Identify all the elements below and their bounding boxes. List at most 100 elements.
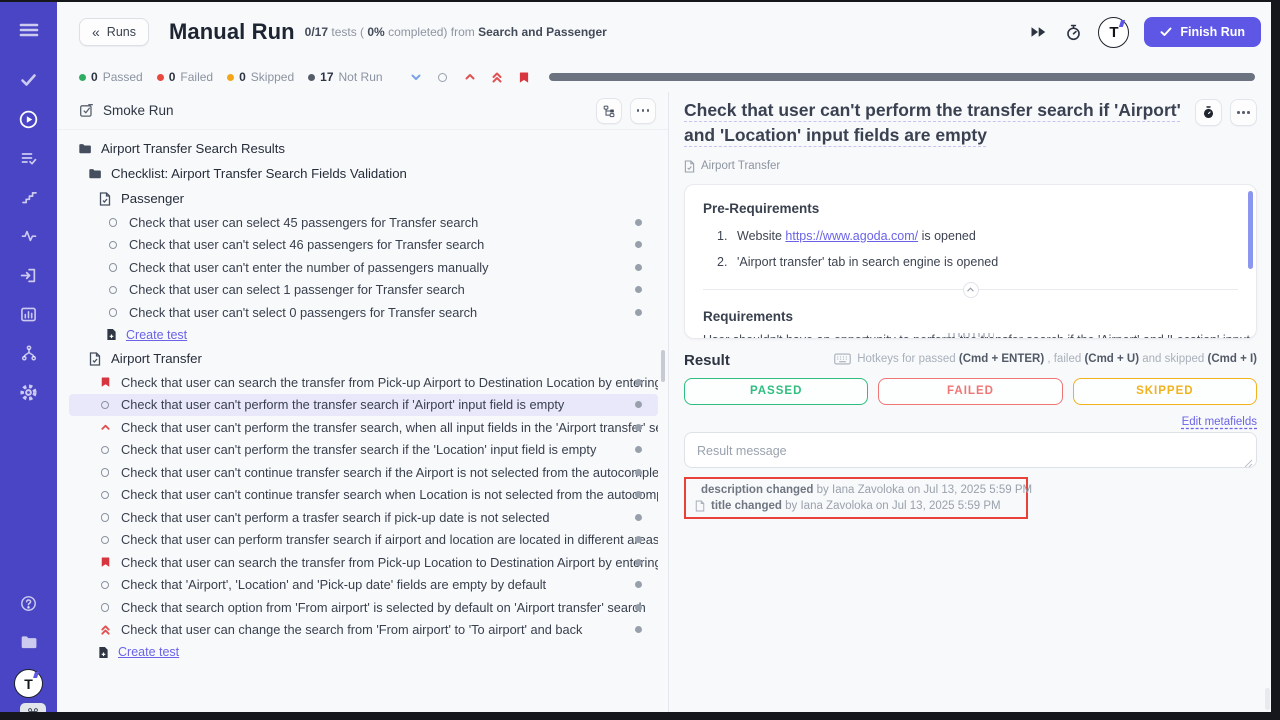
user-avatar-letter: T bbox=[1109, 24, 1118, 41]
tree-test-item[interactable]: Check that user can't enter the number o… bbox=[69, 256, 658, 279]
passed-button[interactable]: PASSED bbox=[684, 378, 868, 405]
create-test-link[interactable]: Create test bbox=[69, 324, 668, 347]
shared-steps-icon[interactable] bbox=[17, 185, 41, 209]
stopwatch-icon bbox=[1202, 105, 1215, 120]
tree-scrollbar[interactable] bbox=[661, 350, 665, 382]
tree-test-item[interactable]: Check that search option from 'From airp… bbox=[69, 596, 658, 619]
notrun-counter: 17 Not Run bbox=[308, 70, 382, 84]
test-plans-icon[interactable] bbox=[17, 146, 41, 170]
branches-icon[interactable] bbox=[17, 341, 41, 365]
tree-suite[interactable]: Airport Transfer bbox=[69, 346, 658, 371]
user-avatar[interactable]: T bbox=[1098, 17, 1129, 48]
tree-test-item[interactable]: Check that user can select 1 passenger f… bbox=[69, 279, 658, 302]
passed-counter: 0 Passed bbox=[79, 70, 143, 84]
verdict-buttons: PASSED FAILED SKIPPED bbox=[684, 378, 1257, 405]
tree-test-item[interactable]: Check that user can't select 46 passenge… bbox=[69, 234, 658, 257]
prereq-item: 2. 'Airport transfer' tab in search engi… bbox=[717, 255, 998, 269]
import-icon[interactable] bbox=[17, 263, 41, 287]
failed-button[interactable]: FAILED bbox=[878, 378, 1062, 405]
finish-run-button[interactable]: Finish Run bbox=[1144, 17, 1261, 47]
menu-icon[interactable] bbox=[17, 18, 41, 42]
help-icon[interactable] bbox=[17, 591, 41, 615]
section-divider bbox=[703, 289, 1238, 290]
check-icon bbox=[1160, 27, 1172, 37]
severity-blocker-icon[interactable] bbox=[517, 70, 531, 84]
fast-forward-icon[interactable] bbox=[1028, 22, 1048, 42]
skipped-dot bbox=[227, 74, 234, 81]
create-test-link[interactable]: Create test bbox=[69, 641, 668, 664]
content-split: Smoke Run Airport Transfer Sea bbox=[57, 92, 1271, 712]
test-runs-icon[interactable] bbox=[17, 107, 41, 131]
tree-test-item[interactable]: Check that user can't perform the transf… bbox=[69, 439, 658, 462]
agoda-link[interactable]: https://www.agoda.com/ bbox=[785, 229, 918, 243]
requirements-heading: Requirements bbox=[703, 309, 793, 324]
collapse-toggle[interactable] bbox=[963, 282, 979, 298]
tree-test-item[interactable]: Check that user can change the search fr… bbox=[69, 619, 658, 642]
severity-critical-icon[interactable] bbox=[490, 70, 504, 84]
projects-folder-icon[interactable] bbox=[17, 630, 41, 654]
create-test-icon bbox=[98, 646, 109, 659]
card-scrollbar[interactable] bbox=[1248, 191, 1253, 269]
severity-normal-icon bbox=[98, 468, 112, 477]
more-button[interactable] bbox=[1230, 99, 1257, 126]
settings-gear-icon[interactable] bbox=[17, 380, 41, 404]
tree-test-item[interactable]: Check that user can search the transfer … bbox=[69, 551, 658, 574]
result-message-input[interactable]: Result message bbox=[684, 432, 1257, 468]
pulse-icon[interactable] bbox=[17, 224, 41, 248]
severity-normal-icon bbox=[98, 401, 112, 410]
group-by-button[interactable] bbox=[596, 98, 622, 124]
severity-normal-icon[interactable] bbox=[436, 70, 450, 84]
status-dot bbox=[635, 379, 642, 386]
back-label: Runs bbox=[107, 25, 136, 39]
tree-test-item[interactable]: Check that user can select 45 passengers… bbox=[69, 211, 658, 234]
severity-normal-icon bbox=[98, 513, 112, 522]
top-bar: « Runs Manual Run 0/17 tests ( 0% comple… bbox=[57, 2, 1271, 62]
tree-suite[interactable]: Passenger bbox=[69, 186, 658, 211]
command-key-shortcut[interactable]: ⌘ bbox=[20, 703, 46, 712]
suite-breadcrumb[interactable]: Airport Transfer bbox=[684, 160, 1257, 173]
tree-test-item[interactable]: Check that user can't select 0 passenger… bbox=[69, 301, 658, 324]
tree-test-item[interactable]: Check that user can search the transfer … bbox=[69, 371, 658, 394]
status-dot bbox=[635, 446, 642, 453]
test-title[interactable]: Check that user can't perform the transf… bbox=[684, 98, 1209, 148]
app-window: T « Runs Manual Run 0/17 tests ( 0% comp… bbox=[0, 2, 1271, 712]
status-dot bbox=[635, 514, 642, 521]
textarea-resize-handle[interactable] bbox=[1244, 455, 1253, 464]
timer-icon[interactable] bbox=[1063, 22, 1083, 42]
severity-filters bbox=[409, 70, 531, 84]
tree-test-item[interactable]: Check that 'Airport', 'Location' and 'Pi… bbox=[69, 574, 658, 597]
tree-test-item[interactable]: Check that user can't perform the transf… bbox=[69, 416, 658, 439]
folder-icon bbox=[88, 167, 102, 180]
tree-test-item-selected[interactable]: Check that user can't perform the transf… bbox=[69, 394, 658, 417]
reports-icon[interactable] bbox=[17, 302, 41, 326]
status-dot bbox=[635, 581, 642, 588]
tree-folder[interactable]: Checklist: Airport Transfer Search Field… bbox=[69, 161, 658, 186]
skipped-button[interactable]: SKIPPED bbox=[1073, 378, 1257, 405]
tree-test-item[interactable]: Check that user can't continue transfer … bbox=[69, 484, 658, 507]
change-history-box: description changed by Iana Zavoloka on … bbox=[684, 477, 1028, 519]
tree-test-item[interactable]: Check that user can't continue transfer … bbox=[69, 461, 658, 484]
more-button[interactable] bbox=[630, 98, 656, 124]
tree-test-item[interactable]: Check that user can't perform a trasfer … bbox=[69, 506, 658, 529]
severity-low-icon[interactable] bbox=[409, 70, 423, 84]
severity-high-icon[interactable] bbox=[463, 70, 477, 84]
workspace-avatar[interactable]: T bbox=[14, 669, 43, 698]
create-test-icon bbox=[106, 328, 117, 341]
severity-normal-icon bbox=[98, 446, 112, 455]
timer-button[interactable] bbox=[1195, 99, 1222, 126]
document-icon bbox=[88, 352, 102, 366]
back-chevrons-icon: « bbox=[92, 24, 100, 40]
top-bar-actions: T Finish Run bbox=[1028, 17, 1261, 48]
status-dot bbox=[635, 626, 642, 633]
back-to-runs-button[interactable]: « Runs bbox=[79, 18, 149, 46]
edit-metafields-link[interactable]: Edit metafields bbox=[1182, 416, 1257, 428]
tree-test-item[interactable]: Check that user can perform transfer sea… bbox=[69, 529, 658, 552]
window-scrollbar[interactable] bbox=[1265, 688, 1270, 710]
ellipsis-icon bbox=[637, 109, 650, 112]
status-dot bbox=[635, 309, 642, 316]
card-resize-handle[interactable] bbox=[948, 333, 994, 337]
keyboard-icon bbox=[834, 353, 851, 365]
failed-counter: 0 Failed bbox=[157, 70, 213, 84]
test-cases-icon[interactable] bbox=[17, 68, 41, 92]
tree-folder[interactable]: Airport Transfer Search Results bbox=[69, 136, 658, 161]
